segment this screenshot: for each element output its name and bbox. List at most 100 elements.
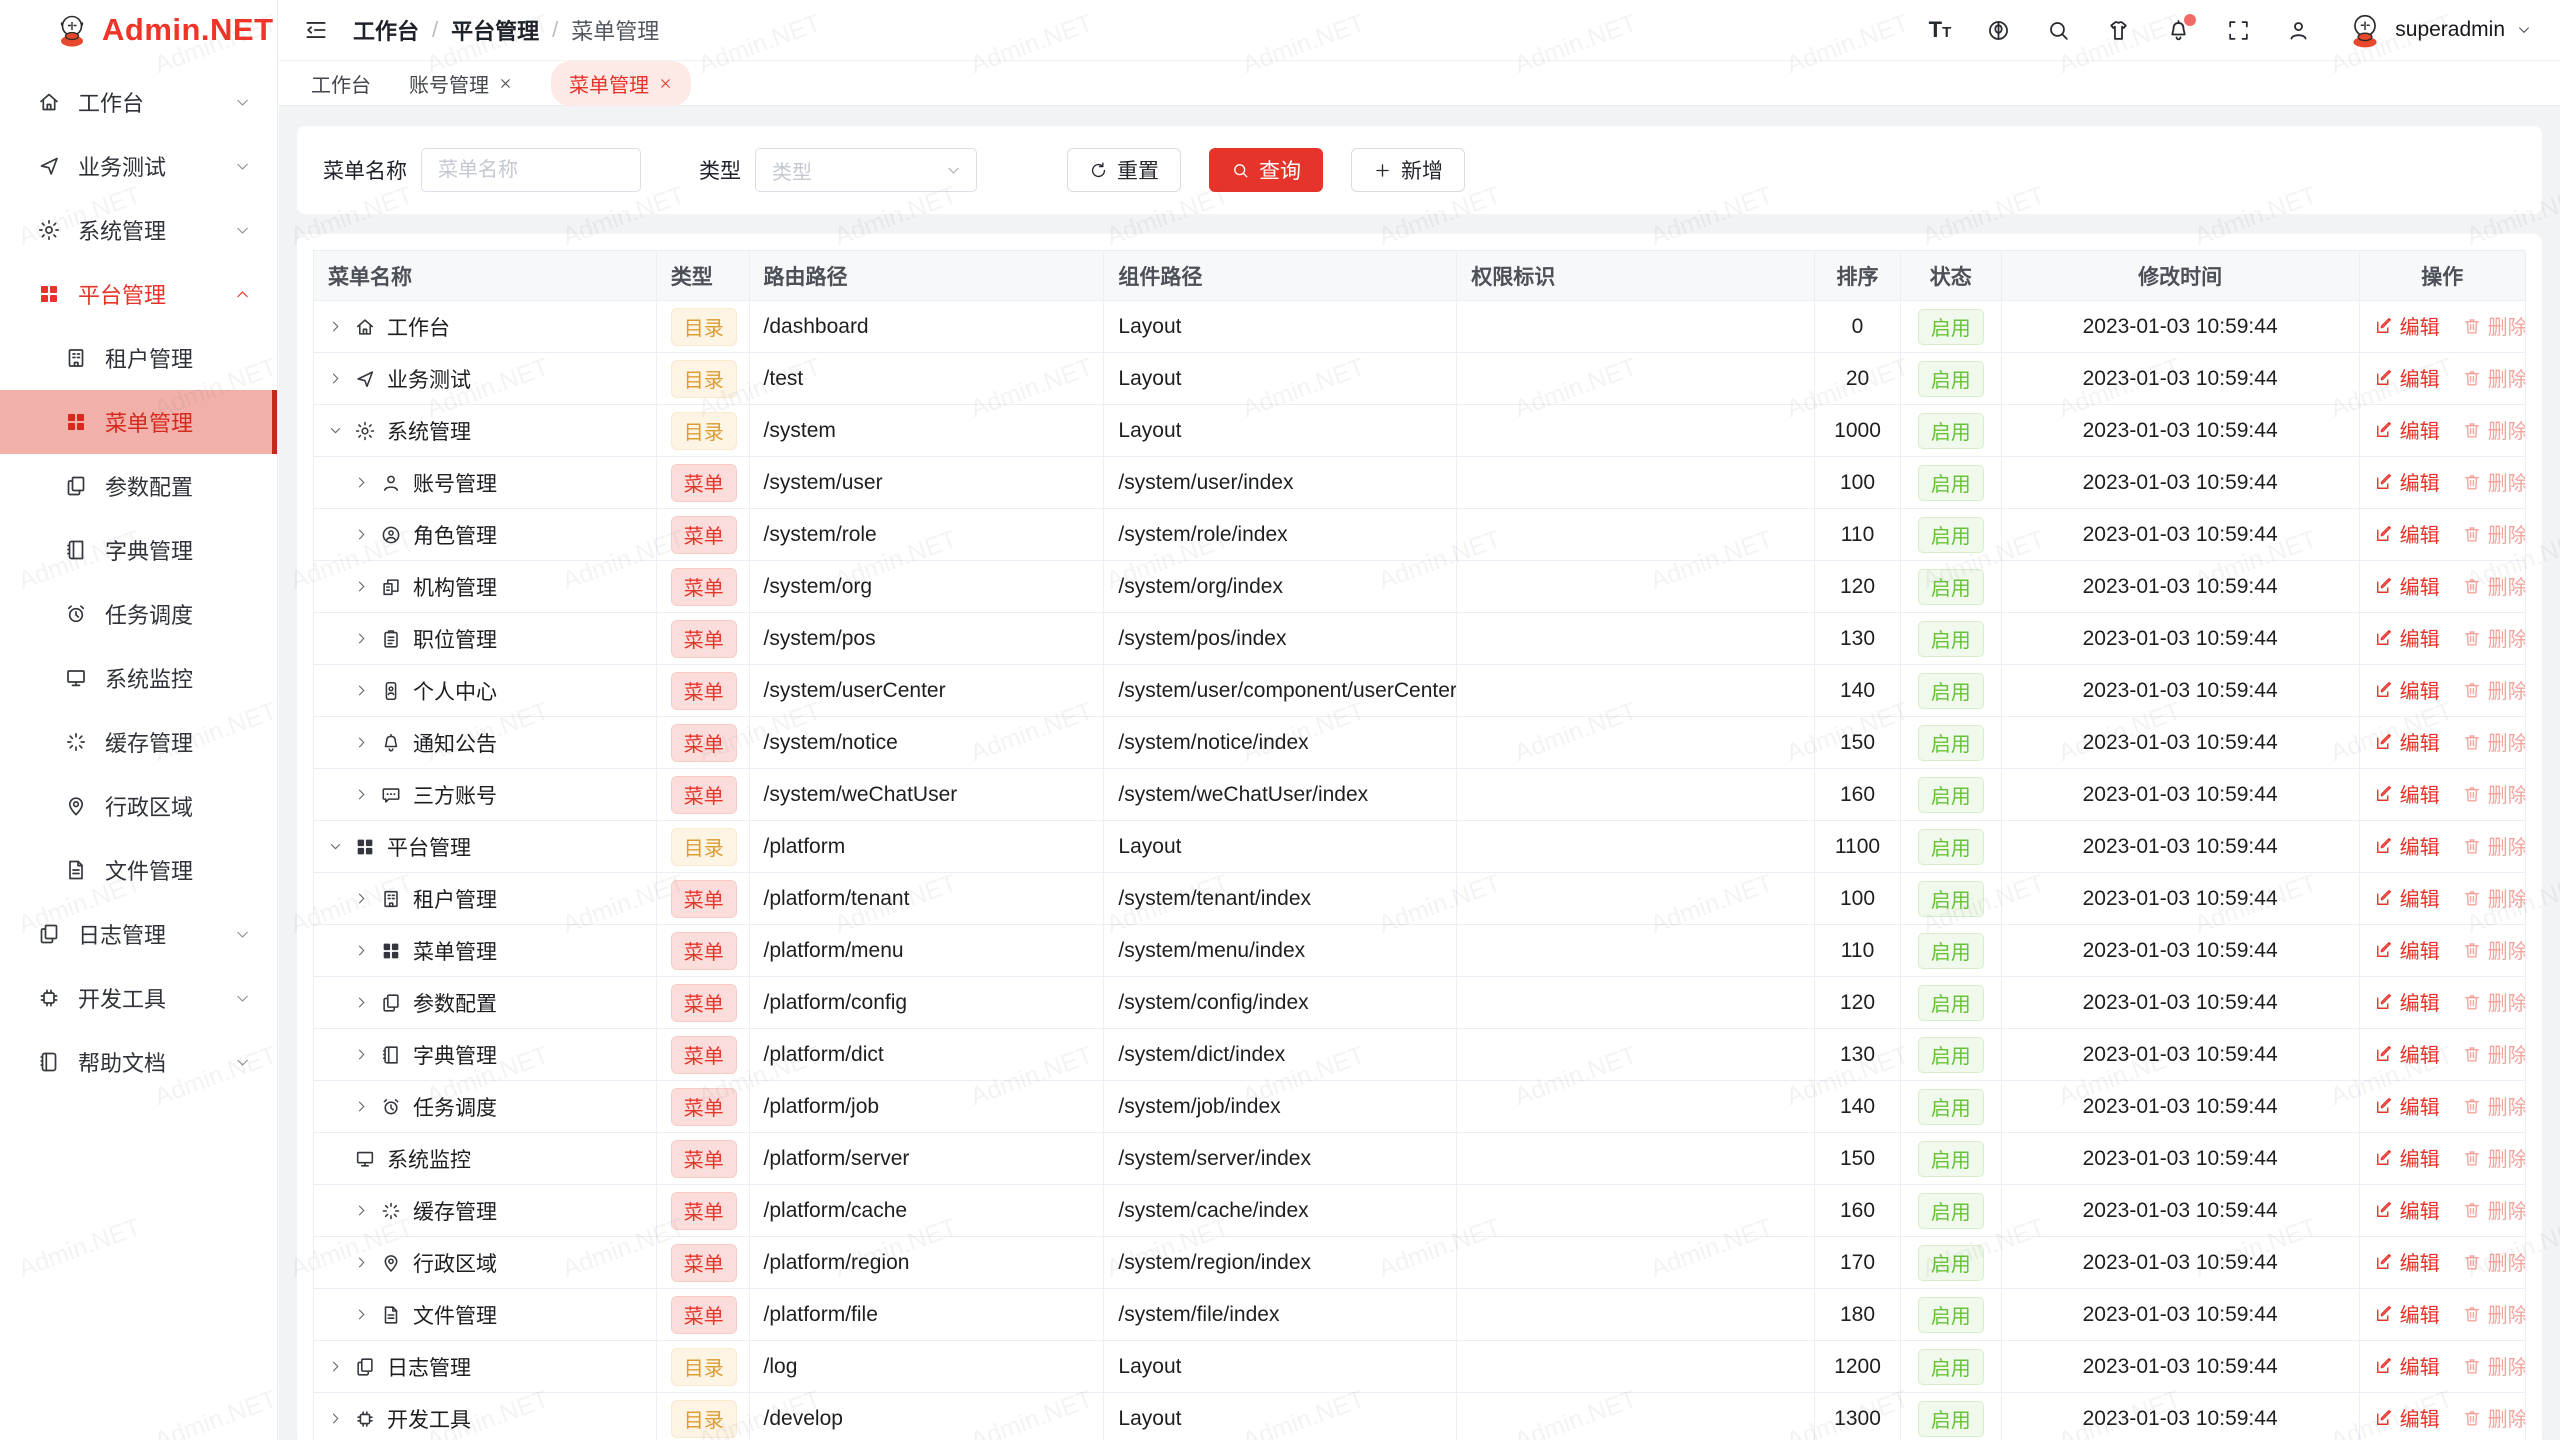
delete-button[interactable]: 删除 — [2462, 935, 2526, 964]
delete-button[interactable]: 删除 — [2462, 311, 2526, 340]
expand-row-icon[interactable] — [354, 995, 380, 1011]
edit-button[interactable]: 编辑 — [2374, 571, 2440, 600]
delete-button[interactable]: 删除 — [2462, 1195, 2526, 1224]
menu-fold-icon[interactable] — [303, 17, 329, 43]
sidebar-item-平台管理[interactable]: 平台管理 — [0, 262, 277, 326]
tab-菜单管理[interactable]: 菜单管理 — [551, 61, 691, 106]
edit-button[interactable]: 编辑 — [2374, 1351, 2440, 1380]
edit-button[interactable]: 编辑 — [2374, 675, 2440, 704]
delete-button[interactable]: 删除 — [2462, 1247, 2526, 1276]
delete-button[interactable]: 删除 — [2462, 1351, 2526, 1380]
expand-row-icon[interactable] — [354, 735, 380, 751]
sidebar-item-工作台[interactable]: 工作台 — [0, 70, 277, 134]
tab-账号管理[interactable]: 账号管理 — [409, 69, 513, 98]
edit-button[interactable]: 编辑 — [2374, 1195, 2440, 1224]
expand-row-icon[interactable] — [354, 1099, 380, 1115]
expand-row-icon[interactable] — [354, 1047, 380, 1063]
sidebar-item-系统监控[interactable]: 系统监控 — [0, 646, 277, 710]
delete-button[interactable]: 删除 — [2462, 1039, 2526, 1068]
expand-row-icon[interactable] — [328, 319, 354, 335]
delete-button[interactable]: 删除 — [2462, 1091, 2526, 1120]
edit-button[interactable]: 编辑 — [2374, 1143, 2440, 1172]
sidebar-item-业务测试[interactable]: 业务测试 — [0, 134, 277, 198]
sidebar-item-参数配置[interactable]: 参数配置 — [0, 454, 277, 518]
expand-row-icon[interactable] — [354, 787, 380, 803]
edit-button[interactable]: 编辑 — [2374, 1403, 2440, 1432]
edit-button[interactable]: 编辑 — [2374, 519, 2440, 548]
tab-工作台[interactable]: 工作台 — [311, 69, 371, 98]
sidebar-item-日志管理[interactable]: 日志管理 — [0, 902, 277, 966]
add-button[interactable]: 新增 — [1351, 148, 1465, 192]
delete-button[interactable]: 删除 — [2462, 519, 2526, 548]
expand-row-icon[interactable] — [354, 1307, 380, 1323]
delete-button[interactable]: 删除 — [2462, 623, 2526, 652]
expand-row-icon[interactable] — [328, 371, 354, 387]
delete-button[interactable]: 删除 — [2462, 467, 2526, 496]
expand-row-icon[interactable] — [328, 1359, 354, 1375]
edit-button[interactable]: 编辑 — [2374, 935, 2440, 964]
edit-button[interactable]: 编辑 — [2374, 779, 2440, 808]
edit-button[interactable]: 编辑 — [2374, 623, 2440, 652]
edit-button[interactable]: 编辑 — [2374, 467, 2440, 496]
edit-button[interactable]: 编辑 — [2374, 311, 2440, 340]
expand-row-icon[interactable] — [354, 683, 380, 699]
reset-button[interactable]: 重置 — [1067, 148, 1181, 192]
delete-button[interactable]: 删除 — [2462, 987, 2526, 1016]
edit-button[interactable]: 编辑 — [2374, 415, 2440, 444]
expand-row-icon[interactable] — [354, 527, 380, 543]
edit-button[interactable]: 编辑 — [2374, 1039, 2440, 1068]
delete-button[interactable]: 删除 — [2462, 363, 2526, 392]
search-icon[interactable] — [2046, 18, 2071, 43]
sidebar-item-行政区域[interactable]: 行政区域 — [0, 774, 277, 838]
expand-row-icon[interactable] — [354, 631, 380, 647]
font-size-icon[interactable]: TT — [1929, 19, 1952, 41]
breadcrumb-item[interactable]: 工作台 — [353, 14, 419, 46]
sidebar-item-字典管理[interactable]: 字典管理 — [0, 518, 277, 582]
expand-row-icon[interactable] — [354, 475, 380, 491]
edit-button[interactable]: 编辑 — [2374, 831, 2440, 860]
notification-icon[interactable] — [2166, 18, 2191, 43]
delete-button[interactable]: 删除 — [2462, 779, 2526, 808]
edit-button[interactable]: 编辑 — [2374, 1247, 2440, 1276]
delete-button[interactable]: 删除 — [2462, 1299, 2526, 1328]
expand-row-icon[interactable] — [328, 1411, 354, 1427]
expand-row-icon[interactable] — [354, 891, 380, 907]
menu-name-input[interactable] — [438, 159, 624, 182]
expand-row-icon[interactable] — [354, 1255, 380, 1271]
sidebar-item-系统管理[interactable]: 系统管理 — [0, 198, 277, 262]
expand-row-icon[interactable] — [354, 579, 380, 595]
expand-row-icon[interactable] — [354, 943, 380, 959]
sidebar-item-租户管理[interactable]: 租户管理 — [0, 326, 277, 390]
sidebar-item-开发工具[interactable]: 开发工具 — [0, 966, 277, 1030]
delete-button[interactable]: 删除 — [2462, 727, 2526, 756]
profile-icon[interactable] — [2286, 18, 2311, 43]
user-menu[interactable]: superadmin — [2346, 11, 2532, 49]
delete-button[interactable]: 删除 — [2462, 571, 2526, 600]
breadcrumb-item[interactable]: 平台管理 — [451, 14, 539, 46]
delete-button[interactable]: 删除 — [2462, 415, 2526, 444]
edit-button[interactable]: 编辑 — [2374, 1091, 2440, 1120]
delete-button[interactable]: 删除 — [2462, 675, 2526, 704]
sidebar-item-文件管理[interactable]: 文件管理 — [0, 838, 277, 902]
search-button[interactable]: 查询 — [1209, 148, 1323, 192]
delete-button[interactable]: 删除 — [2462, 1143, 2526, 1172]
edit-button[interactable]: 编辑 — [2374, 1299, 2440, 1328]
sidebar-item-帮助文档[interactable]: 帮助文档 — [0, 1030, 277, 1094]
edit-button[interactable]: 编辑 — [2374, 987, 2440, 1016]
sidebar-item-菜单管理[interactable]: 菜单管理 — [0, 390, 277, 454]
expand-row-icon[interactable] — [354, 1203, 380, 1219]
type-select[interactable]: 类型 — [755, 148, 977, 192]
delete-button[interactable]: 删除 — [2462, 831, 2526, 860]
edit-button[interactable]: 编辑 — [2374, 363, 2440, 392]
collapse-row-icon[interactable] — [328, 839, 354, 855]
edit-button[interactable]: 编辑 — [2374, 883, 2440, 912]
language-icon[interactable] — [1986, 18, 2011, 43]
edit-button[interactable]: 编辑 — [2374, 727, 2440, 756]
delete-button[interactable]: 删除 — [2462, 1403, 2526, 1432]
delete-button[interactable]: 删除 — [2462, 883, 2526, 912]
sidebar-item-缓存管理[interactable]: 缓存管理 — [0, 710, 277, 774]
collapse-row-icon[interactable] — [328, 423, 354, 439]
close-icon[interactable] — [658, 76, 673, 91]
theme-icon[interactable] — [2106, 18, 2131, 43]
logo[interactable]: Admin.NET — [0, 0, 277, 60]
